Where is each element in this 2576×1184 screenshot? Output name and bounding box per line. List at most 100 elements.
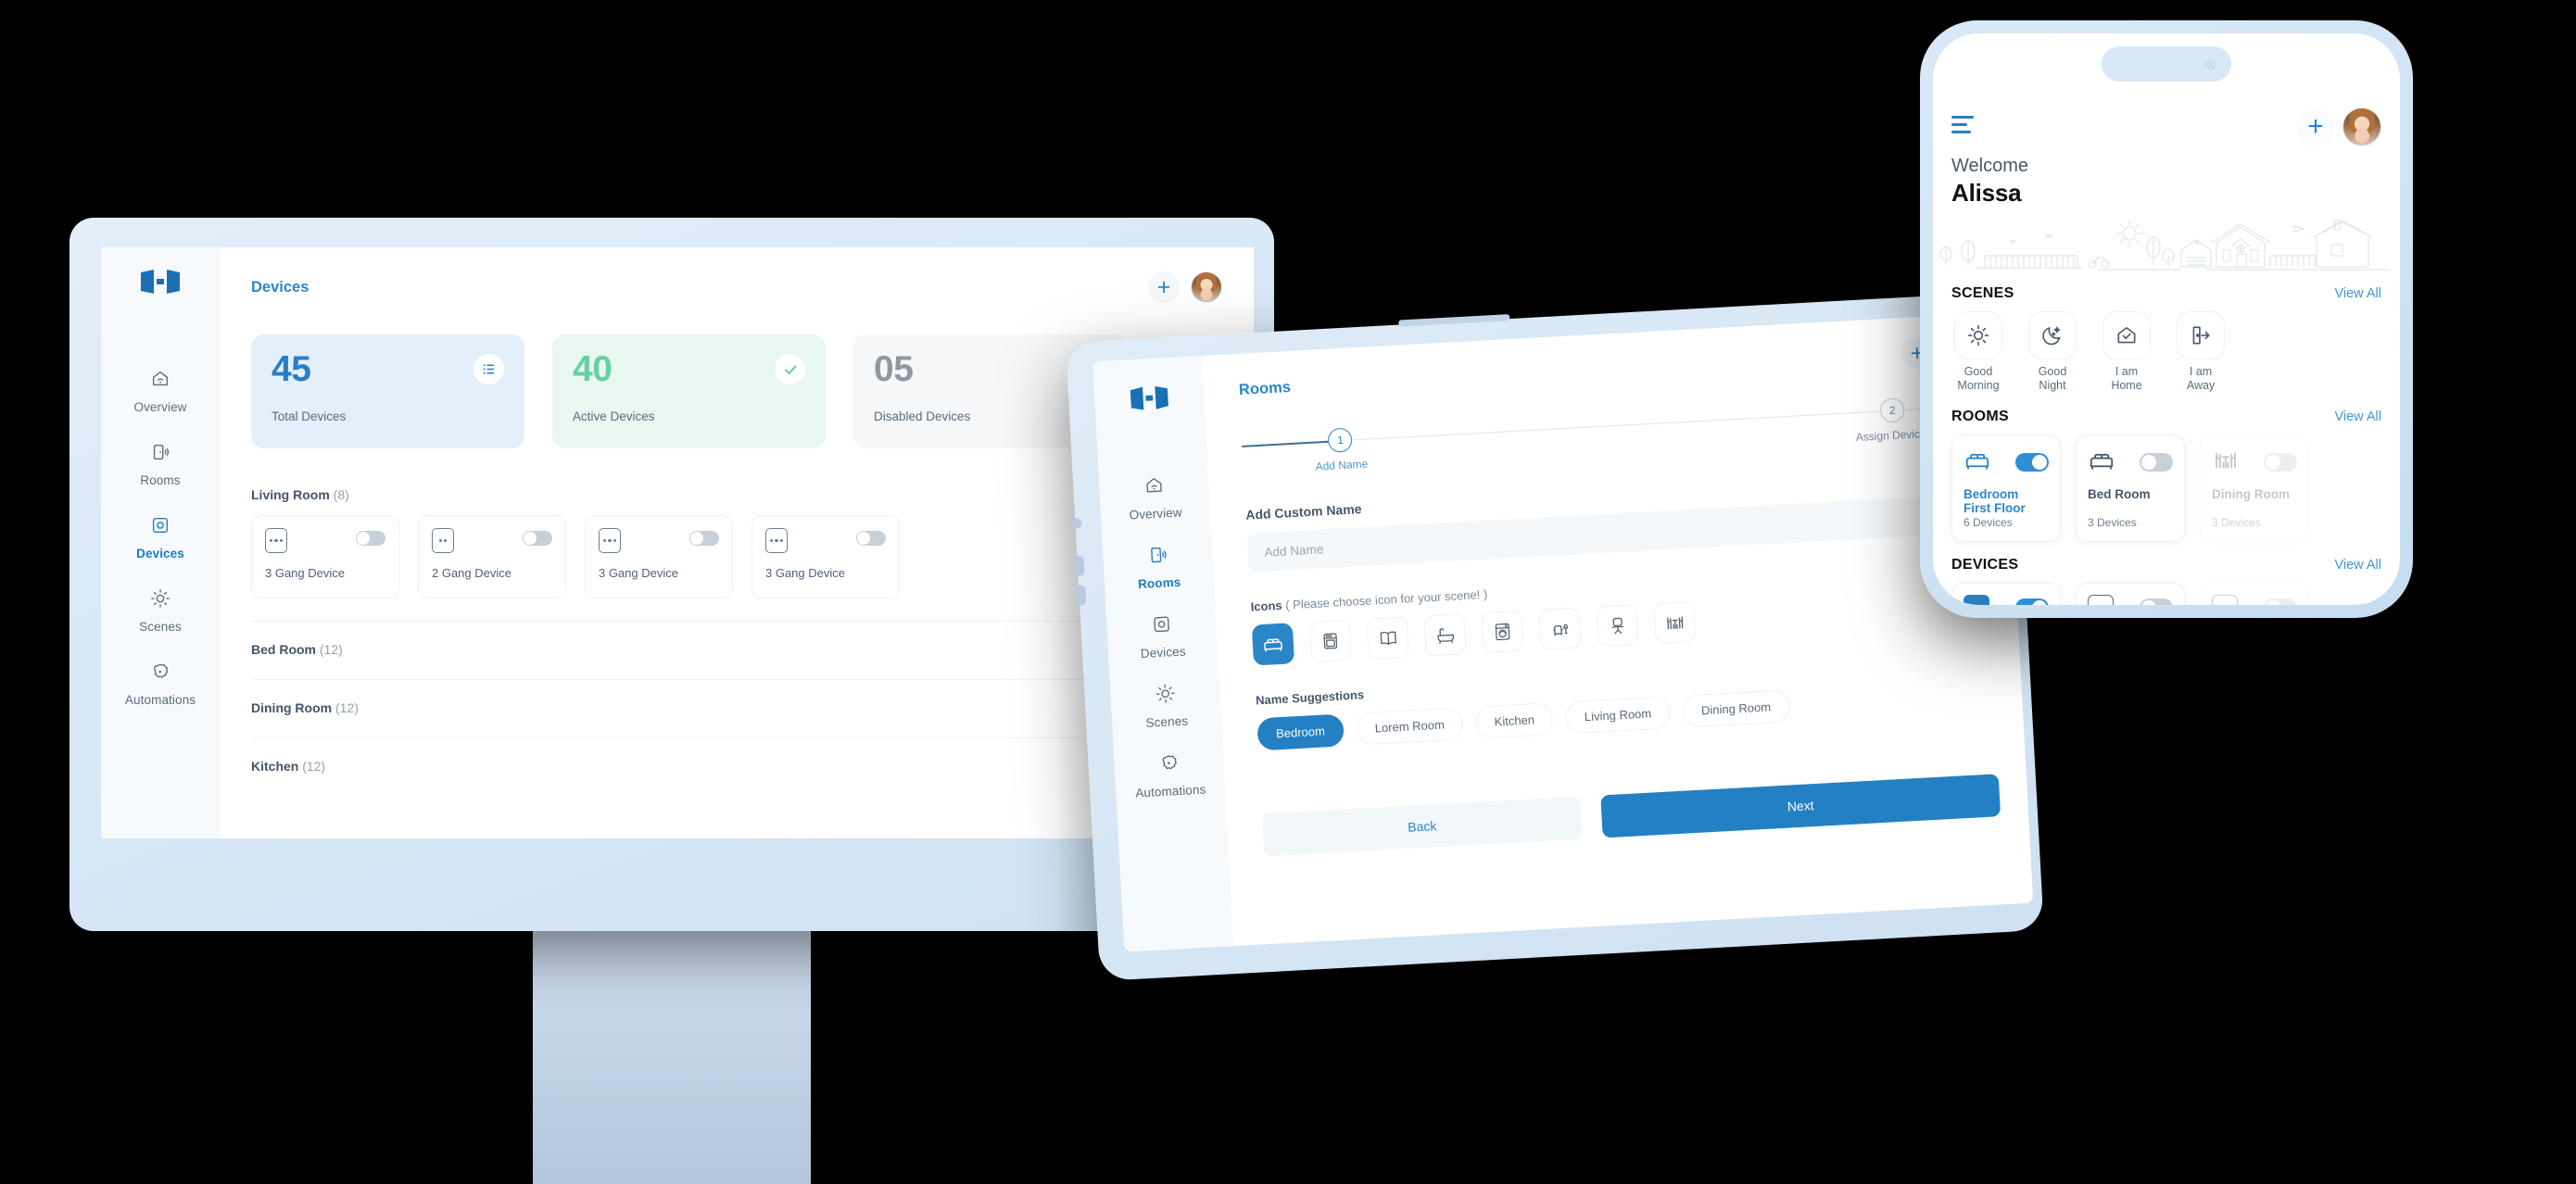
- office-chair-icon[interactable]: [1596, 604, 1639, 648]
- avatar[interactable]: [2342, 107, 2381, 146]
- device-card[interactable]: 3 Gang Device: [251, 515, 399, 598]
- back-button[interactable]: Back: [1261, 796, 1583, 857]
- sidebar-item-overview[interactable]: Overview: [133, 369, 186, 414]
- sidebar-item-rooms[interactable]: Rooms: [1136, 544, 1181, 591]
- next-button[interactable]: Next: [1600, 774, 2001, 838]
- sidebar-item-devices[interactable]: Devices: [1139, 613, 1186, 661]
- scene-item-good-morning[interactable]: Good Morning: [1951, 311, 2005, 394]
- room-card-top: [1964, 447, 2049, 479]
- room-section-kitchen[interactable]: Kitchen (12): [251, 738, 1222, 774]
- room-device-count: 6 Devices: [1964, 516, 2013, 530]
- tablet-volume-button: [1075, 585, 1087, 606]
- stat-card-active-devices[interactable]: 40 Active Devices: [552, 334, 826, 448]
- device-toggle[interactable]: [523, 531, 552, 546]
- scene-item-i-am-home[interactable]: I am Home: [2100, 311, 2153, 394]
- room-device-count: (12): [302, 759, 326, 774]
- page-title: Rooms: [1238, 378, 1292, 398]
- table-chairs-icon[interactable]: [1653, 600, 1697, 645]
- room-toggle[interactable]: [2264, 453, 2297, 472]
- sidebar-item-label: Overview: [133, 400, 187, 414]
- room-name: Bed Room: [251, 642, 316, 657]
- suggestion-chip[interactable]: Dining Room: [1682, 689, 1790, 728]
- sidebar-item-scenes[interactable]: Scenes: [139, 588, 182, 634]
- scene-label: Good Morning: [1957, 365, 2000, 393]
- moon-stars-icon: [2028, 311, 2077, 359]
- scene-item-i-am-away[interactable]: I am Away: [2174, 311, 2228, 394]
- device-card[interactable]: 3 Gang Device: [751, 515, 900, 598]
- greeting-text: Welcome: [1951, 156, 2028, 176]
- sidebar-item-overview[interactable]: Overview: [1127, 474, 1182, 523]
- device-name: 3 Gang Device: [265, 566, 345, 580]
- room-device-count: (12): [319, 642, 343, 657]
- room-card[interactable]: Bedroom First Floor 6 Devices: [1951, 434, 2061, 542]
- gear-play-icon: [1158, 752, 1180, 778]
- book-icon[interactable]: [1366, 616, 1409, 660]
- sidebar-item-label: Scenes: [1145, 713, 1189, 730]
- add-button[interactable]: +: [1148, 271, 1180, 303]
- bathtub-icon[interactable]: [1423, 613, 1467, 657]
- devices-list: Touch Panel 3G Living Room First Floor T…: [1951, 582, 2381, 605]
- device-toggle[interactable]: [689, 531, 719, 546]
- bed-icon[interactable]: [1251, 623, 1295, 666]
- stat-card-total-devices[interactable]: 45 Total Devices: [251, 334, 524, 448]
- sun-icon: [150, 588, 170, 613]
- suggestion-chip[interactable]: Bedroom: [1256, 713, 1345, 751]
- device-card-top: [2088, 594, 2173, 605]
- sidebar-item-rooms[interactable]: Rooms: [140, 442, 181, 487]
- room-device-count: (8): [333, 487, 349, 502]
- device-card[interactable]: 2 Gang Device: [418, 515, 566, 598]
- device-square-icon: [150, 515, 170, 540]
- gang-device-icon: [599, 528, 621, 553]
- device-card[interactable]: Touch Panel Living Room First Floor: [2200, 582, 2309, 605]
- sidebar-item-devices[interactable]: Devices: [136, 515, 184, 561]
- sidebar-item-automations[interactable]: Automations: [1133, 751, 1206, 800]
- armchair-lamp-icon[interactable]: [1538, 607, 1582, 650]
- sidebar-item-scenes[interactable]: Scenes: [1143, 683, 1188, 730]
- gear-play-icon: [150, 661, 170, 686]
- phone-topbar-actions: +: [2296, 107, 2381, 146]
- washing-machine-icon[interactable]: [1481, 610, 1524, 654]
- step-number: 1: [1327, 427, 1354, 453]
- device-toggle[interactable]: [2015, 598, 2049, 605]
- room-toggle[interactable]: [2140, 453, 2173, 472]
- device-card[interactable]: Touch Panel 2G Living Room First Floor: [2076, 582, 2185, 605]
- device-toggle[interactable]: [356, 531, 385, 546]
- device-toggle[interactable]: [2140, 598, 2173, 605]
- input-placeholder: Add Name: [1264, 541, 1324, 560]
- section-title: ROOMS: [1951, 408, 2009, 424]
- scene-label: Good Night: [2038, 365, 2067, 393]
- scenes-view-all-link[interactable]: View All: [2334, 286, 2381, 301]
- room-title: Bedroom First Floor: [1964, 486, 2026, 516]
- devices-view-all-link[interactable]: View All: [2334, 558, 2381, 573]
- devices-section-header: DEVICES View All: [1951, 557, 2381, 573]
- room-card[interactable]: Bed Room 3 Devices: [2076, 434, 2185, 542]
- brand-logo-icon: [140, 270, 181, 298]
- device-card-top: [2212, 594, 2297, 605]
- room-name: Living Room: [251, 487, 330, 502]
- device-card[interactable]: Touch Panel 3G Living Room First Floor: [1951, 582, 2061, 605]
- suggestion-chip[interactable]: Kitchen: [1474, 702, 1554, 739]
- avatar[interactable]: [1191, 271, 1222, 303]
- device-toggle[interactable]: [2264, 598, 2297, 605]
- room-toggle[interactable]: [2015, 453, 2049, 472]
- hamburger-icon[interactable]: [1951, 116, 1974, 138]
- sidebar-item-label: Overview: [1129, 505, 1183, 523]
- tablet-volume-button: [1073, 555, 1085, 576]
- wizard-actions: Back Next: [1261, 774, 2001, 857]
- oven-icon[interactable]: [1308, 619, 1352, 663]
- device-card-top: [1964, 594, 2049, 605]
- add-button[interactable]: +: [2296, 107, 2335, 146]
- room-section-bed-room[interactable]: Bed Room (12): [251, 622, 1222, 657]
- sidebar-item-automations[interactable]: Automations: [125, 661, 196, 707]
- sidebar-item-label: Scenes: [139, 620, 182, 634]
- room-card[interactable]: Dining Room 3 Devices: [2200, 434, 2309, 542]
- device-card[interactable]: 3 Gang Device: [585, 515, 733, 598]
- suggestion-chip[interactable]: Living Room: [1565, 696, 1671, 735]
- room-section-dining-room[interactable]: Dining Room (12): [251, 680, 1222, 715]
- device-toggle[interactable]: [856, 531, 886, 546]
- step-label: Add Name: [1315, 457, 1369, 473]
- stepper-step-1[interactable]: 1 Add Name: [1313, 423, 1369, 473]
- scene-item-good-night[interactable]: Good Night: [2026, 311, 2079, 394]
- rooms-view-all-link[interactable]: View All: [2334, 409, 2381, 424]
- suggestion-chip[interactable]: Lorem Room: [1355, 707, 1464, 746]
